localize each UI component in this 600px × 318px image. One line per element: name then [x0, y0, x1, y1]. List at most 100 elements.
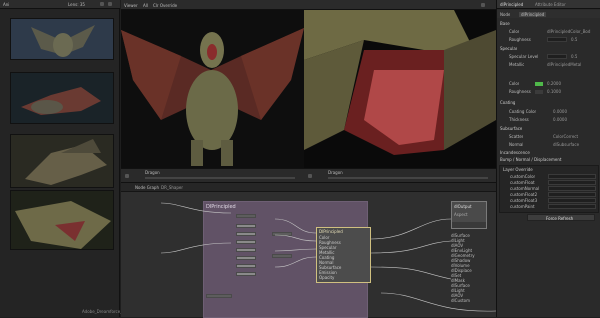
layer-override-box: Layer Override customColor customFloat c… — [499, 165, 599, 213]
attr-value: 0.5 — [571, 37, 578, 42]
attr-value[interactable]: ColorCorrect — [553, 134, 578, 139]
attr-row: Metallic dlPrincipledMetal — [499, 61, 599, 68]
custom-attr-field[interactable] — [548, 186, 596, 191]
attr-value[interactable]: 0.0000 — [553, 117, 567, 122]
viewer-tab[interactable]: Viewer — [124, 3, 138, 8]
section-base[interactable]: Base — [500, 21, 510, 26]
timeline-left-scrubber[interactable] — [145, 177, 295, 179]
timeline-right[interactable]: Dragon — [304, 168, 496, 182]
dragon-roar-render — [304, 10, 496, 168]
attr-value[interactable]: dlPrincipledColor_Bod — [547, 29, 599, 34]
attribute-inspector-panel: dlPrincipled Attribute Editor Node dlPri… — [496, 0, 600, 317]
inspector-title: dlPrincipled — [500, 2, 524, 7]
node-connection-wires — [160, 202, 496, 312]
attr-row: Thickness 0.0000 — [499, 116, 599, 123]
custom-attr-field[interactable] — [548, 174, 596, 179]
color-swatch-dark[interactable] — [535, 90, 543, 94]
attr-value[interactable]: 0.0000 — [553, 109, 567, 114]
section-layer-override[interactable]: Layer Override — [503, 167, 533, 172]
output-node-subtitle: Aspect — [454, 212, 468, 217]
viewer-menu-icon[interactable] — [481, 3, 485, 7]
play-icon[interactable] — [125, 174, 129, 178]
node-editor-panel[interactable]: Node Graph DR_Shaper DlPrincipled DlPrin… — [121, 182, 496, 318]
thumbnail-dragon-side[interactable] — [10, 72, 114, 124]
section-incandescence[interactable]: Incandescence — [500, 150, 530, 155]
dragon-front-render — [121, 10, 304, 168]
dragon-crouch-image — [11, 135, 113, 187]
attr-row: Normal dlSubsurface — [499, 141, 599, 148]
attr-label: Roughness — [509, 37, 531, 42]
tab-node[interactable]: Node — [500, 12, 510, 17]
attr-field[interactable] — [547, 37, 567, 42]
color-swatch-green[interactable] — [535, 82, 543, 86]
play-icon[interactable] — [308, 174, 312, 178]
attr-label: Scatter — [509, 134, 524, 139]
render-viewer-left[interactable] — [121, 10, 304, 168]
attr-row: Coating Color 0.0000 — [499, 108, 599, 115]
tab-principled[interactable]: dlPrincipled — [519, 12, 547, 17]
render-viewer-right[interactable] — [304, 10, 496, 168]
attr-row: Roughness 0.1000 — [499, 88, 599, 95]
header-left-label: Ani — [3, 2, 10, 7]
output-node-bar — [452, 222, 486, 228]
attr-label: Metallic — [509, 62, 525, 67]
attr-label: Specular Level — [509, 54, 539, 59]
dragon-side-image — [11, 73, 113, 123]
inspector-title-extra: Attribute Editor — [535, 2, 566, 7]
force-refresh-button[interactable]: Force Refresh — [527, 214, 595, 221]
attr-field[interactable] — [547, 54, 567, 59]
attr-value[interactable]: dlPrincipledMetal — [547, 62, 599, 67]
attr-row: Color 0.2000 — [499, 80, 599, 87]
timeline-right-label: Dragon — [328, 170, 343, 175]
section-specular[interactable]: Specular — [500, 46, 517, 51]
attr-label: Coating Color — [509, 109, 537, 114]
output-port-list: dlSurface dlLight dlAOV dlEnvLight dlGeo… — [451, 233, 487, 303]
output-node-title: dlOutput — [454, 204, 472, 209]
timeline-left-label: Dragon — [145, 170, 160, 175]
dragon-wings-image — [11, 19, 113, 59]
attr-label: Color — [509, 81, 520, 86]
attr-label: Normal — [509, 142, 524, 147]
force-refresh-label: Force Refresh — [546, 216, 574, 221]
custom-attr-label: customColor — [510, 174, 536, 179]
header-lens-label: Lens: 35 — [68, 2, 85, 7]
custom-attr-label: customFloat3 — [510, 198, 538, 203]
custom-attr-field[interactable] — [548, 198, 596, 203]
settings-icon[interactable] — [100, 2, 104, 6]
image-browser-panel: Ani Lens: 35 Adobe_Dreamforce_Ani — [0, 0, 129, 317]
thumbnail-dragon-wings[interactable] — [10, 18, 114, 60]
attr-value[interactable]: 0.1000 — [547, 89, 561, 94]
color-override-tab[interactable]: Clr Override — [153, 3, 177, 8]
attr-value[interactable]: 0.2000 — [547, 81, 561, 86]
timeline-right-scrubber[interactable] — [328, 177, 488, 179]
dragon-head-image — [11, 191, 113, 249]
section-coating[interactable]: Coating — [500, 100, 515, 105]
custom-attr-field[interactable] — [548, 204, 596, 209]
attr-row: Specular Level 0.5 — [499, 53, 599, 60]
all-tab[interactable]: All — [143, 3, 148, 8]
attr-value[interactable]: dlSubsurface — [553, 142, 579, 147]
attr-row: Scatter ColorCorrect — [499, 133, 599, 140]
custom-attr-field[interactable] — [548, 180, 596, 185]
attr-row: Color dlPrincipledColor_Bod — [499, 28, 599, 35]
timeline-left[interactable]: Dragon — [121, 168, 304, 182]
viewer-toolbar: Viewer All Clr Override — [121, 0, 496, 10]
section-subsurface[interactable]: Subsurface — [500, 126, 522, 131]
custom-attr-label: customFloat — [510, 180, 535, 185]
section-bump[interactable]: Bump / Normal / Displacement — [500, 157, 598, 162]
custom-attr-label: customNormal — [510, 186, 540, 191]
custom-attr-label: customFloat2 — [510, 192, 538, 197]
output-node[interactable]: dlOutput Aspect — [451, 201, 487, 229]
attr-label: Roughness — [509, 89, 531, 94]
custom-attr-label: customPaint — [510, 204, 535, 209]
close-icon[interactable] — [108, 2, 112, 6]
attr-value: 0.5 — [571, 54, 578, 59]
thumbnail-dragon-crouch[interactable] — [10, 134, 114, 188]
attr-label: Color — [509, 29, 520, 34]
inspector-tabs: Node dlPrincipled — [497, 10, 600, 18]
port-label[interactable]: dlCustom — [451, 298, 487, 303]
thumbnail-dragon-head[interactable] — [10, 190, 114, 250]
attr-row: Roughness 0.5 — [499, 36, 599, 43]
custom-attr-field[interactable] — [548, 192, 596, 197]
attr-label: Thickness — [509, 117, 529, 122]
